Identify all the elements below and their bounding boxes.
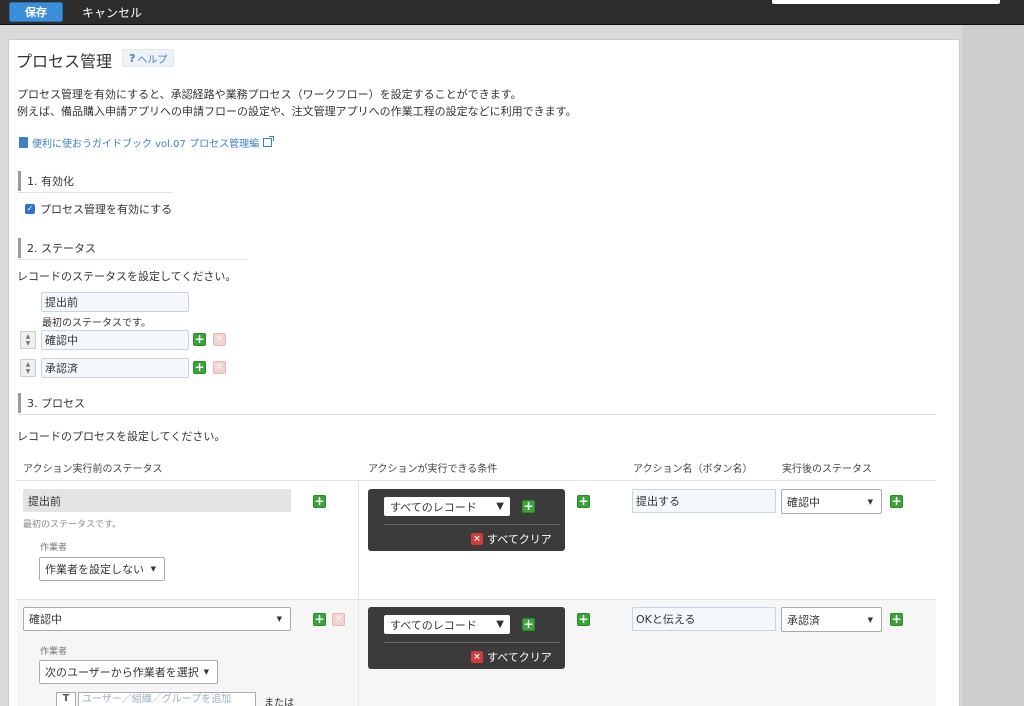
add-condition-row-button[interactable]: +: [577, 495, 590, 508]
user-picker-icon[interactable]: T: [56, 692, 76, 706]
remove-status-button[interactable]: ×: [213, 333, 226, 346]
sort-handle[interactable]: ▲ ▼: [20, 359, 36, 377]
add-status-button[interactable]: +: [193, 361, 206, 374]
chevron-down-icon: ▼: [867, 615, 873, 624]
status-input-1[interactable]: 提出前: [41, 292, 189, 312]
chevron-down-icon: ▼: [867, 497, 873, 506]
guide-link-label: 便利に使おうガイドブック vol.07 プロセス管理編: [32, 139, 260, 150]
column-after-status: 実行後のステータス: [782, 464, 872, 475]
remove-status-button[interactable]: ×: [213, 361, 226, 374]
status-input-2[interactable]: 確認中: [41, 330, 189, 350]
top-toolbar: 保存 キャンセル: [0, 0, 1024, 25]
sort-down-icon: ▼: [25, 368, 31, 375]
cancel-button[interactable]: キャンセル: [82, 3, 142, 21]
process-row-1-first-note: 最初のステータスです。: [23, 520, 122, 530]
column-before-status: アクション実行前のステータス: [23, 464, 163, 475]
action-name-input[interactable]: 提出する: [632, 489, 776, 513]
clear-all-label: すべてクリア: [487, 533, 552, 546]
sort-up-icon: ▲: [25, 333, 31, 340]
enable-process-checkbox[interactable]: ✓: [25, 204, 35, 214]
after-status-select[interactable]: 承認済 ▼: [781, 607, 882, 632]
after-status-value: 確認中: [787, 495, 820, 509]
sort-up-icon: ▲: [25, 361, 31, 368]
add-action-button[interactable]: +: [890, 613, 903, 626]
add-status-button[interactable]: +: [193, 333, 206, 346]
assignee-select-value: 作業者を設定しない: [45, 563, 144, 576]
divider: [384, 524, 560, 525]
sort-down-icon: ▼: [25, 340, 31, 347]
guide-link[interactable]: 便利に使おうガイドブック vol.07 プロセス管理編: [19, 135, 275, 150]
help-label: ヘルプ: [137, 54, 168, 66]
assignee-select[interactable]: 作業者を設定しない ▼: [39, 557, 165, 581]
before-status-value: 確認中: [29, 613, 62, 626]
first-status-note: 最初のステータスです。: [42, 318, 151, 329]
status-input-3[interactable]: 承認済: [41, 358, 189, 378]
process-instruction: レコードのプロセスを設定してください。: [17, 430, 226, 443]
close-icon: ×: [471, 533, 483, 545]
process-row-1-before-status: 提出前: [23, 489, 291, 512]
or-label: または: [264, 698, 294, 706]
description-line-1: プロセス管理を有効にすると、承認経路や業務プロセス（ワークフロー）を設定すること…: [17, 88, 522, 101]
help-link[interactable]: ? ヘルプ: [122, 49, 175, 67]
save-button[interactable]: 保存: [9, 2, 63, 22]
divider: [18, 192, 173, 193]
divider: [17, 480, 936, 481]
after-status-value: 承認済: [787, 613, 820, 627]
user-group-input[interactable]: ユーザー／組織／グループを追加: [78, 692, 256, 706]
close-icon: ×: [471, 651, 483, 663]
top-search-field[interactable]: [772, 0, 1000, 4]
condition-select-value: すべてのレコード: [390, 500, 477, 514]
action-name-input[interactable]: OKと伝える: [632, 607, 776, 631]
add-condition-row-button[interactable]: +: [577, 613, 590, 626]
column-condition: アクションが実行できる条件: [368, 464, 498, 475]
clear-all-button[interactable]: × すべてクリア: [471, 649, 552, 665]
divider: [384, 642, 560, 643]
section-process-heading: 3. プロセス: [18, 393, 85, 413]
status-instruction: レコードのステータスを設定してください。: [17, 270, 237, 283]
external-link-icon: [263, 136, 275, 147]
enable-process-label: プロセス管理を有効にする: [40, 203, 173, 216]
section-enable-heading: 1. 有効化: [18, 171, 74, 191]
chevron-down-icon: ▼: [203, 668, 209, 676]
column-action-name: アクション名（ボタン名）: [633, 464, 753, 475]
divider: [18, 414, 936, 415]
chevron-down-icon: ▼: [496, 619, 504, 630]
process-row-2-before-status-select[interactable]: 確認中 ▼: [23, 607, 291, 631]
add-process-button[interactable]: +: [313, 613, 326, 626]
chevron-down-icon: ▼: [276, 615, 282, 623]
sort-handle[interactable]: ▲ ▼: [20, 331, 36, 349]
help-icon: ?: [129, 51, 136, 65]
divider: [18, 259, 248, 260]
assignee-select-value: 次のユーザーから作業者を選択: [45, 666, 199, 679]
assignee-select[interactable]: 次のユーザーから作業者を選択 ▼: [39, 660, 218, 684]
condition-select-value: すべてのレコード: [390, 618, 477, 632]
chevron-down-icon: ▼: [496, 501, 504, 512]
divider: [17, 599, 936, 600]
assignee-label: 作業者: [40, 543, 68, 553]
page-title: プロセス管理: [16, 52, 113, 71]
after-status-select[interactable]: 確認中 ▼: [781, 489, 882, 514]
column-divider: [358, 600, 359, 706]
assignee-label: 作業者: [40, 647, 68, 657]
add-process-button[interactable]: +: [313, 495, 326, 508]
add-condition-button[interactable]: +: [522, 618, 535, 631]
chevron-down-icon: ▼: [150, 565, 156, 573]
right-gutter: [962, 25, 1024, 706]
remove-process-button[interactable]: ×: [332, 613, 345, 626]
add-condition-button[interactable]: +: [522, 500, 535, 513]
column-divider: [358, 481, 359, 599]
book-icon: [19, 137, 28, 148]
clear-all-button[interactable]: × すべてクリア: [471, 531, 552, 547]
condition-select[interactable]: すべてのレコード ▼: [384, 497, 510, 516]
section-status-heading: 2. ステータス: [18, 238, 96, 258]
condition-select[interactable]: すべてのレコード ▼: [384, 615, 510, 634]
clear-all-label: すべてクリア: [487, 651, 552, 664]
description-line-2: 例えば、備品購入申請アプリへの申請フローの設定や、注文管理アプリへの作業工程の設…: [17, 105, 577, 118]
add-action-button[interactable]: +: [890, 495, 903, 508]
